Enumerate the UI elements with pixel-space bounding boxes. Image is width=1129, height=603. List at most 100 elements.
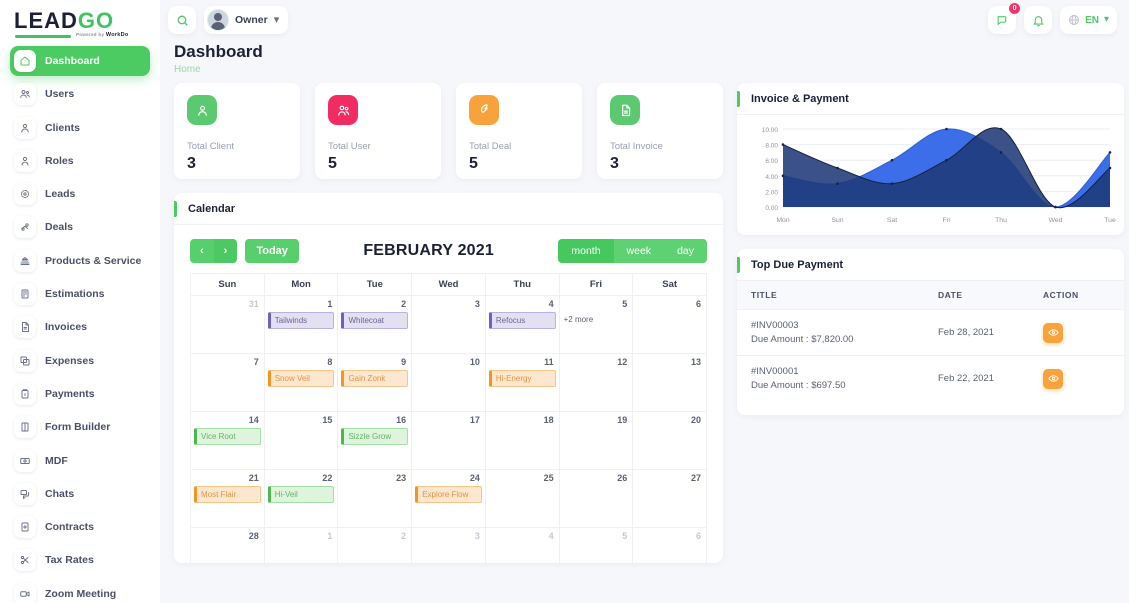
search-icon xyxy=(177,15,188,26)
calendar-day-cell[interactable]: 6 xyxy=(632,527,708,563)
calendar-day-cell[interactable]: 21 Most Flair xyxy=(190,469,264,527)
search-button[interactable] xyxy=(168,6,196,34)
language-selector[interactable]: EN ▾ xyxy=(1060,6,1117,34)
calendar-day-cell[interactable]: 13 xyxy=(632,353,708,411)
sidebar-item-roles[interactable]: Roles xyxy=(10,146,150,176)
calendar-day-cell[interactable]: 7 xyxy=(190,353,264,411)
calendar-day-number: 26 xyxy=(617,473,628,483)
calendar-day-cell[interactable]: 20 xyxy=(632,411,708,469)
sidebar-item-leads[interactable]: Leads xyxy=(10,179,150,209)
sidebar-item-products-service[interactable]: Products & Service xyxy=(10,246,150,276)
owner-menu-button[interactable]: Owner ▾ xyxy=(204,6,289,34)
calendar-event[interactable]: Hi-Energy xyxy=(488,370,556,387)
messages-button[interactable]: 0 xyxy=(988,3,1021,34)
area-chart-svg: 0.00 2.00 4.00 6.00 8.00 10.00 Mon Sun Sat Fri Thu… xyxy=(762,127,1116,224)
calendar-weekday-thu: Thu xyxy=(484,273,559,295)
calendar-day-cell[interactable]: 10 xyxy=(411,353,485,411)
calendar-event[interactable]: Sizzle Grow xyxy=(341,428,409,445)
calendar-day-cell[interactable]: 6 xyxy=(632,295,708,353)
calendar-event[interactable]: Refocus xyxy=(488,312,556,329)
data-point xyxy=(1108,166,1112,170)
calendar-day-cell[interactable]: 19 xyxy=(558,411,633,469)
calendar-day-cell[interactable]: 28 xyxy=(190,527,264,563)
calendar-day-cell[interactable]: 22 Hi-Veil xyxy=(263,469,338,527)
sidebar-item-form-builder[interactable]: Form Builder xyxy=(10,412,150,442)
sidebar-item-label: Leads xyxy=(45,188,76,201)
sidebar-item-invoices[interactable]: Invoices xyxy=(10,312,150,342)
view-invoice-button[interactable] xyxy=(1043,368,1063,389)
calendar-event[interactable]: Most Flair xyxy=(194,486,261,503)
calendar-day-cell[interactable]: 31 xyxy=(190,295,264,353)
calendar-day-cell[interactable]: 2 xyxy=(337,527,412,563)
calendar-prev-button[interactable]: ‹ xyxy=(190,239,214,263)
file-icon xyxy=(621,104,630,116)
calendar-event[interactable]: Explore Flow xyxy=(415,486,482,503)
sidebar-item-contracts[interactable]: Contracts xyxy=(10,512,150,542)
calendar-weekday-row: Sun Mon Tue Wed Thu Fri Sat xyxy=(190,273,708,295)
calendar-day-cell[interactable]: 2 Whitecoat xyxy=(337,295,412,353)
calendar-day-cell[interactable]: 26 xyxy=(558,469,633,527)
sidebar-item-chats[interactable]: Chats xyxy=(10,479,150,509)
sidebar-item-tax-rates[interactable]: Tax Rates xyxy=(10,545,150,575)
sidebar-item-estimations[interactable]: Estimations xyxy=(10,279,150,309)
calendar-day-cell[interactable]: 27 xyxy=(632,469,708,527)
calendar-day-cell[interactable]: 9 Gain Zonk xyxy=(337,353,412,411)
sidebar-item-deals[interactable]: Deals xyxy=(10,212,150,242)
copy-icon xyxy=(20,356,30,366)
notifications-button[interactable] xyxy=(1024,6,1053,34)
calendar-day-cell[interactable]: 24 Explore Flow xyxy=(411,469,485,527)
calendar-more-link[interactable]: +2 more xyxy=(563,315,630,324)
sidebar-item-label: Deals xyxy=(45,221,74,234)
calendar-event[interactable]: Whitecoat xyxy=(341,312,409,329)
due-date-cell: Feb 28, 2021 xyxy=(924,309,1029,356)
sidebar-item-expenses[interactable]: Expenses xyxy=(10,346,150,376)
stat-card-total-client[interactable]: Total Client 3 xyxy=(174,83,300,179)
calendar-day-cell[interactable]: 5 xyxy=(558,527,633,563)
calendar-day-cell[interactable]: 18 xyxy=(484,411,559,469)
calendar-day-number: 2 xyxy=(401,299,407,309)
stat-card-total-invoice[interactable]: Total Invoice 3 xyxy=(597,83,723,179)
top-due-payment-header: Top Due Payment xyxy=(737,249,1124,281)
calendar-day-cell[interactable]: 23 xyxy=(337,469,412,527)
calendar-event[interactable]: Hi-Veil xyxy=(267,486,335,503)
calendar-view-week[interactable]: week xyxy=(613,239,665,263)
money-icon-wrapper xyxy=(14,449,36,472)
calendar-day-cell[interactable]: 3 xyxy=(411,295,485,353)
sidebar-item-users[interactable]: Users xyxy=(10,79,150,109)
calendar-event[interactable]: Gain Zonk xyxy=(341,370,409,387)
calendar-event[interactable]: Snow Veil xyxy=(267,370,335,387)
view-invoice-button[interactable] xyxy=(1043,322,1063,343)
calendar-day-cell[interactable]: 4 Refocus xyxy=(484,295,559,353)
video-icon-wrapper xyxy=(14,582,36,603)
calendar-day-cell[interactable]: 16 Sizzle Grow xyxy=(337,411,412,469)
sidebar-item-mdf[interactable]: MDF xyxy=(10,446,150,476)
calendar-day-cell[interactable]: 8 Snow Veil xyxy=(263,353,338,411)
calendar-today-button[interactable]: Today xyxy=(245,239,299,263)
calendar-day-number: 5 xyxy=(622,531,628,541)
calendar-day-cell[interactable]: 5 +2 more xyxy=(558,295,633,353)
breadcrumb[interactable]: Home xyxy=(174,64,1129,75)
calendar-day-cell[interactable]: 15 xyxy=(263,411,338,469)
sidebar-item-zoom-meeting[interactable]: Zoom Meeting xyxy=(10,579,150,603)
calendar-day-cell[interactable]: 11 Hi-Energy xyxy=(484,353,559,411)
sidebar-item-dashboard[interactable]: Dashboard xyxy=(10,46,150,76)
calendar-day-cell[interactable]: 17 xyxy=(411,411,485,469)
data-point xyxy=(836,166,839,170)
calendar-view-day[interactable]: day xyxy=(664,239,707,263)
stat-card-total-user[interactable]: Total User 5 xyxy=(315,83,441,179)
calendar-day-cell[interactable]: 4 xyxy=(484,527,559,563)
calendar-day-cell[interactable]: 12 xyxy=(558,353,633,411)
sidebar-item-clients[interactable]: Clients xyxy=(10,113,150,143)
stat-card-total-deal[interactable]: Total Deal 5 xyxy=(456,83,582,179)
calendar-day-cell[interactable]: 1 xyxy=(263,527,338,563)
calendar-day-cell[interactable]: 14 Vice Root xyxy=(190,411,264,469)
calendar-next-button[interactable]: › xyxy=(213,239,238,263)
calendar-event[interactable]: Tailwinds xyxy=(267,312,335,329)
sidebar-item-payments[interactable]: Payments xyxy=(10,379,150,409)
calendar-day-cell[interactable]: 3 xyxy=(411,527,485,563)
calendar-view-month[interactable]: month xyxy=(558,239,614,263)
calendar-day-cell[interactable]: 1 Tailwinds xyxy=(263,295,338,353)
app-logo[interactable]: LEADGO Powered by WorkDo xyxy=(0,0,160,42)
calendar-event[interactable]: Vice Root xyxy=(194,428,261,445)
calendar-day-cell[interactable]: 25 xyxy=(484,469,559,527)
